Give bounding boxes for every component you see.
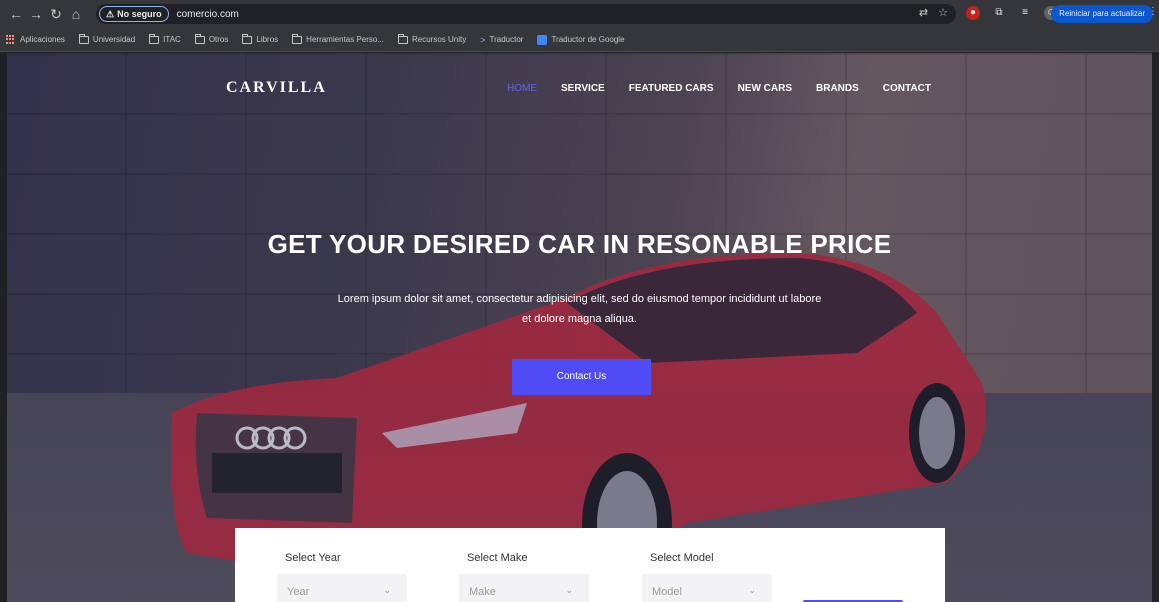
translate-icon: > bbox=[480, 34, 486, 45]
url-text[interactable]: comercio.com bbox=[177, 9, 239, 20]
warning-icon: ⚠ bbox=[106, 8, 115, 19]
site-logo[interactable]: CARVILLA bbox=[226, 79, 327, 97]
nav-brands[interactable]: BRANDS bbox=[816, 83, 859, 94]
folder-icon bbox=[242, 33, 253, 44]
bookmark-folder-recursos-unity[interactable]: Recursos Unity bbox=[397, 33, 466, 44]
car-search-panel: Select Year Year ⌄ Select Make Make ⌄ Se… bbox=[235, 528, 945, 602]
chevron-down-icon: ⌄ bbox=[383, 585, 391, 595]
hero-title: GET YOUR DESIRED CAR IN RESONABLE PRICE bbox=[267, 229, 892, 259]
model-select[interactable]: Model ⌄ bbox=[642, 574, 772, 602]
apps-grid-icon bbox=[6, 34, 16, 45]
bookmark-traductor[interactable]: > Traductor bbox=[480, 35, 523, 45]
folder-icon bbox=[149, 33, 160, 44]
back-icon[interactable]: ← bbox=[6, 4, 26, 24]
bookmark-apps[interactable]: Aplicaciones bbox=[6, 34, 65, 45]
nav-contact[interactable]: CONTACT bbox=[883, 83, 931, 94]
contact-us-button[interactable]: Contact Us bbox=[512, 359, 651, 395]
home-icon[interactable]: ⌂ bbox=[66, 4, 86, 24]
forward-icon[interactable]: → bbox=[26, 4, 46, 24]
extension-shield-icon[interactable]: ● bbox=[966, 6, 980, 20]
bookmark-google-translate[interactable]: Traductor de Google bbox=[537, 34, 625, 45]
security-indicator[interactable]: ⚠ No seguro bbox=[99, 6, 169, 22]
bookmark-folder-libros[interactable]: Libros bbox=[242, 33, 278, 44]
make-label: Select Make bbox=[467, 552, 528, 564]
bookmark-folder-otros[interactable]: Otros bbox=[194, 33, 228, 44]
main-navigation: HOME SERVICE FEATURED CARS NEW CARS BRAN… bbox=[507, 83, 931, 94]
translate-page-icon[interactable]: ⇄ bbox=[919, 6, 928, 19]
make-filter: Select Make Make ⌄ bbox=[459, 552, 589, 602]
folder-icon bbox=[292, 33, 303, 44]
browser-toolbar: ← → ↻ ⌂ ⚠ No seguro comercio.com ⇄ ☆ ● ⧉… bbox=[0, 0, 1159, 28]
bookmark-folder-herramientas[interactable]: Herramientas Perso... bbox=[292, 33, 384, 44]
update-button[interactable]: Reiniciar para actualizar bbox=[1051, 5, 1153, 23]
folder-icon bbox=[397, 33, 408, 44]
menu-kebab-icon[interactable]: ⋮ bbox=[1148, 6, 1158, 17]
page-viewport: CARVILLA HOME SERVICE FEATURED CARS NEW … bbox=[7, 53, 1152, 602]
bookmark-star-icon[interactable]: ☆ bbox=[938, 6, 948, 19]
chevron-down-icon: ⌄ bbox=[748, 585, 756, 595]
bookmark-folder-itac[interactable]: ITAC bbox=[149, 33, 181, 44]
security-label: No seguro bbox=[117, 9, 162, 19]
year-filter: Select Year Year ⌄ bbox=[277, 552, 407, 602]
reload-icon[interactable]: ↻ bbox=[46, 4, 66, 24]
year-select[interactable]: Year ⌄ bbox=[277, 574, 407, 602]
bookmarks-bar: Aplicaciones Universidad ITAC Otros Libr… bbox=[0, 28, 1159, 52]
nav-service[interactable]: SERVICE bbox=[561, 83, 605, 94]
bookmark-folder-universidad[interactable]: Universidad bbox=[78, 33, 135, 44]
nav-new-cars[interactable]: NEW CARS bbox=[738, 83, 792, 94]
google-translate-icon bbox=[537, 34, 548, 45]
year-label: Select Year bbox=[285, 552, 341, 564]
folder-icon bbox=[194, 33, 205, 44]
extensions-puzzle-icon[interactable]: ⧉ bbox=[992, 6, 1006, 20]
folder-icon bbox=[78, 33, 89, 44]
chevron-down-icon: ⌄ bbox=[565, 585, 573, 595]
nav-featured-cars[interactable]: FEATURED CARS bbox=[629, 83, 714, 94]
reading-list-icon[interactable]: ≡ bbox=[1018, 6, 1032, 20]
make-select[interactable]: Make ⌄ bbox=[459, 574, 589, 602]
nav-home[interactable]: HOME bbox=[507, 83, 537, 94]
model-label: Select Model bbox=[650, 552, 714, 564]
address-bar[interactable]: ⚠ No seguro comercio.com ⇄ ☆ bbox=[96, 4, 956, 24]
model-filter: Select Model Model ⌄ bbox=[642, 552, 772, 602]
hero-description: Lorem ipsum dolor sit amet, consectetur … bbox=[337, 293, 822, 325]
